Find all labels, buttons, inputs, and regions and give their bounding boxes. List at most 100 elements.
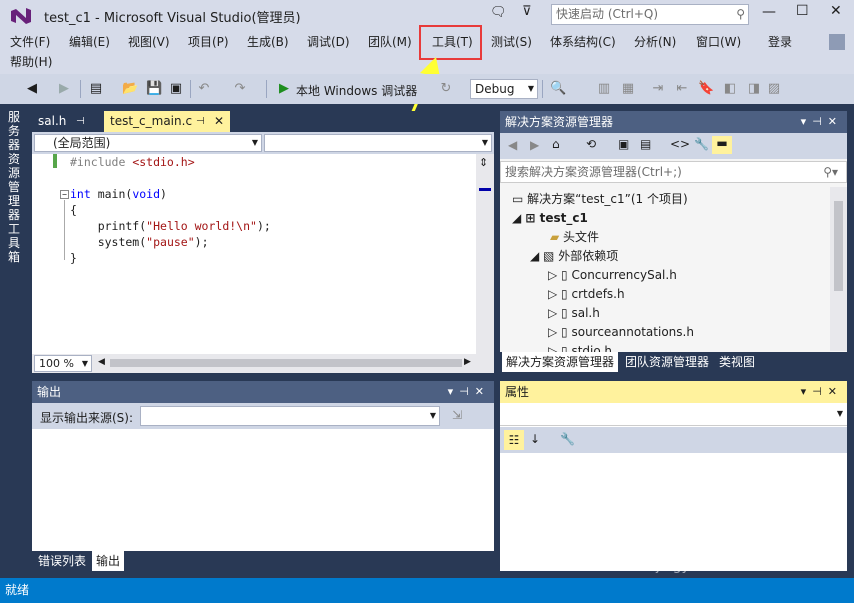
save-all-icon[interactable]: ▣ bbox=[168, 81, 184, 97]
history-icon[interactable]: ⟲ bbox=[586, 137, 596, 151]
back-icon[interactable]: ◀ bbox=[24, 81, 40, 97]
panel-buttons[interactable]: ▾⊣✕ bbox=[801, 111, 843, 133]
show-all-icon[interactable]: ▤ bbox=[640, 137, 651, 151]
tree-file[interactable]: ▷ ▯ sal.h bbox=[548, 304, 600, 323]
find-in-output-icon[interactable]: ⇲ bbox=[452, 408, 462, 422]
open-file-icon[interactable]: 📂 bbox=[122, 81, 138, 97]
feedback-icon[interactable]: 🗨 bbox=[490, 5, 507, 20]
tree-file[interactable]: ▷ ▯ sourceannotations.h bbox=[548, 323, 694, 342]
login-link[interactable]: 登录 bbox=[764, 32, 796, 52]
split-icon[interactable]: ⇕ bbox=[479, 156, 488, 169]
output-source-select[interactable]: ▼ bbox=[140, 406, 440, 426]
editor-vertical-scrollbar[interactable]: ⇕ bbox=[476, 154, 494, 354]
menu-edit[interactable]: 编辑(E) bbox=[65, 32, 114, 52]
account-avatar[interactable] bbox=[829, 34, 845, 50]
close-button[interactable]: ✕ bbox=[830, 3, 842, 19]
menu-help[interactable]: 帮助(H) bbox=[6, 52, 56, 72]
code-view-icon[interactable]: <> bbox=[670, 137, 690, 151]
tab-class-view[interactable]: 类视图 bbox=[715, 352, 759, 372]
tree-project[interactable]: ◢ ⊞ test_c1 bbox=[512, 209, 588, 228]
menu-window[interactable]: 窗口(W) bbox=[692, 32, 745, 52]
hscroll-left-icon[interactable]: ◀ bbox=[98, 357, 105, 367]
comment-icon[interactable]: ▥ bbox=[596, 81, 612, 97]
back-icon[interactable]: ◀ bbox=[508, 138, 517, 152]
close-icon[interactable]: ✕ bbox=[214, 111, 224, 132]
scroll-thumb[interactable] bbox=[479, 188, 491, 191]
solution-scrollbar[interactable] bbox=[830, 187, 847, 351]
properties-object-select[interactable]: ▼ bbox=[500, 404, 847, 426]
uncomment-icon[interactable]: ▦ bbox=[620, 81, 636, 97]
config-select[interactable]: Debug ▼ bbox=[470, 79, 538, 99]
indent-icon[interactable]: ⇥ bbox=[650, 81, 666, 97]
save-icon[interactable]: 💾 bbox=[146, 81, 162, 97]
property-pages-icon[interactable]: 🔧 bbox=[560, 432, 575, 446]
tab-test-c-main[interactable]: test_c_main.c ⊣ ✕ bbox=[104, 111, 230, 132]
tree-solution[interactable]: ▭ 解决方案“test_c1”(1 个项目) bbox=[512, 190, 688, 209]
tab-team-explorer[interactable]: 团队资源管理器 bbox=[621, 352, 713, 372]
menu-file[interactable]: 文件(F) bbox=[6, 32, 54, 52]
tree-file[interactable]: ▷ ▯ stdio.h bbox=[548, 342, 612, 352]
bookmark-icon[interactable]: 🔖 bbox=[698, 81, 714, 97]
toolbox-tab[interactable]: 工具箱 bbox=[6, 222, 22, 264]
menu-architecture[interactable]: 体系结构(C) bbox=[546, 32, 620, 52]
zoom-select[interactable]: 100 % ▼ bbox=[34, 355, 92, 372]
home-icon[interactable]: ⌂ bbox=[552, 137, 560, 151]
hscroll-right-icon[interactable]: ▶ bbox=[464, 357, 471, 367]
code-line-5: printf("Hello world!\n"); bbox=[70, 218, 271, 234]
scope-select[interactable]: (全局范围) ▼ bbox=[34, 134, 262, 152]
tab-solution-explorer[interactable]: 解决方案资源管理器 bbox=[502, 352, 619, 372]
alphabetical-icon[interactable]: ↓ bbox=[530, 432, 540, 446]
menu-project[interactable]: 项目(P) bbox=[184, 32, 233, 52]
panel-buttons[interactable]: ▾⊣✕ bbox=[801, 381, 843, 403]
search-icon[interactable]: ⚲ bbox=[736, 5, 745, 24]
menu-test[interactable]: 测试(S) bbox=[487, 32, 536, 52]
debugger-label[interactable]: 本地 Windows 调试器 bbox=[296, 82, 417, 99]
expanded-icon: ◢ bbox=[530, 249, 544, 263]
menu-debug[interactable]: 调试(D) bbox=[303, 32, 354, 52]
redo-icon[interactable]: ↷ bbox=[232, 81, 248, 97]
hscroll-thumb[interactable] bbox=[110, 359, 462, 367]
collapse-toggle-icon[interactable]: − bbox=[60, 190, 69, 199]
start-debug-icon[interactable]: ▶ bbox=[276, 81, 292, 97]
solution-search-input[interactable]: 搜索解决方案资源管理器(Ctrl+;) ⚲▾ bbox=[500, 161, 847, 183]
tab-error-list[interactable]: 错误列表 bbox=[34, 551, 90, 571]
server-explorer-tab[interactable]: 服务器资源管理器 bbox=[6, 110, 22, 222]
menu-team[interactable]: 团队(M) bbox=[364, 32, 416, 52]
categorized-icon[interactable]: ☷ bbox=[504, 430, 524, 450]
code-editor[interactable]: #include <stdio.h> int main(void) { prin… bbox=[32, 154, 476, 354]
next-bookmark-icon[interactable]: ◨ bbox=[746, 81, 762, 97]
panel-buttons[interactable]: ▾⊣✕ bbox=[448, 381, 490, 403]
collapse-all-icon[interactable]: ▣ bbox=[618, 137, 629, 151]
clear-bookmarks-icon[interactable]: ▨ bbox=[766, 81, 782, 97]
tree-headers[interactable]: ▰ 头文件 bbox=[550, 228, 599, 247]
refresh-icon[interactable]: ↻ bbox=[438, 81, 454, 97]
menu-build[interactable]: 生成(B) bbox=[243, 32, 293, 52]
tree-external-deps[interactable]: ◢ ▧ 外部依赖项 bbox=[530, 247, 618, 266]
preview-icon[interactable]: ▬ bbox=[712, 136, 732, 154]
member-select[interactable]: ▼ bbox=[264, 134, 492, 152]
search-icon[interactable]: ⚲▾ bbox=[823, 162, 838, 182]
prev-bookmark-icon[interactable]: ◧ bbox=[722, 81, 738, 97]
quick-launch-input[interactable]: 快速启动 (Ctrl+Q) ⚲ bbox=[551, 4, 749, 25]
properties-icon[interactable]: 🔧 bbox=[694, 137, 709, 151]
maximize-button[interactable]: ☐ bbox=[796, 3, 809, 19]
menu-view[interactable]: 视图(V) bbox=[124, 32, 174, 52]
filter-icon[interactable]: ⊽ bbox=[522, 4, 532, 19]
find-icon[interactable]: 🔍 bbox=[550, 81, 566, 97]
new-project-icon[interactable]: ▤ bbox=[88, 81, 104, 97]
chevron-down-icon: ▼ bbox=[836, 409, 843, 418]
pin-icon[interactable]: ⊣ bbox=[196, 111, 205, 132]
code-text: } bbox=[70, 251, 77, 265]
forward-icon[interactable]: ▶ bbox=[530, 138, 539, 152]
minimize-button[interactable]: — bbox=[762, 4, 776, 20]
forward-icon[interactable]: ▶ bbox=[56, 81, 72, 97]
tree-file[interactable]: ▷ ▯ ConcurrencySal.h bbox=[548, 266, 677, 285]
tab-sal-h[interactable]: sal.h ⊣ bbox=[32, 111, 104, 132]
pin-icon[interactable]: ⊣ bbox=[76, 111, 85, 132]
menu-analyze[interactable]: 分析(N) bbox=[630, 32, 680, 52]
tree-file[interactable]: ▷ ▯ crtdefs.h bbox=[548, 285, 625, 304]
undo-icon[interactable]: ↶ bbox=[196, 81, 212, 97]
scroll-thumb[interactable] bbox=[834, 201, 843, 291]
tab-output[interactable]: 输出 bbox=[92, 551, 125, 571]
outdent-icon[interactable]: ⇤ bbox=[674, 81, 690, 97]
